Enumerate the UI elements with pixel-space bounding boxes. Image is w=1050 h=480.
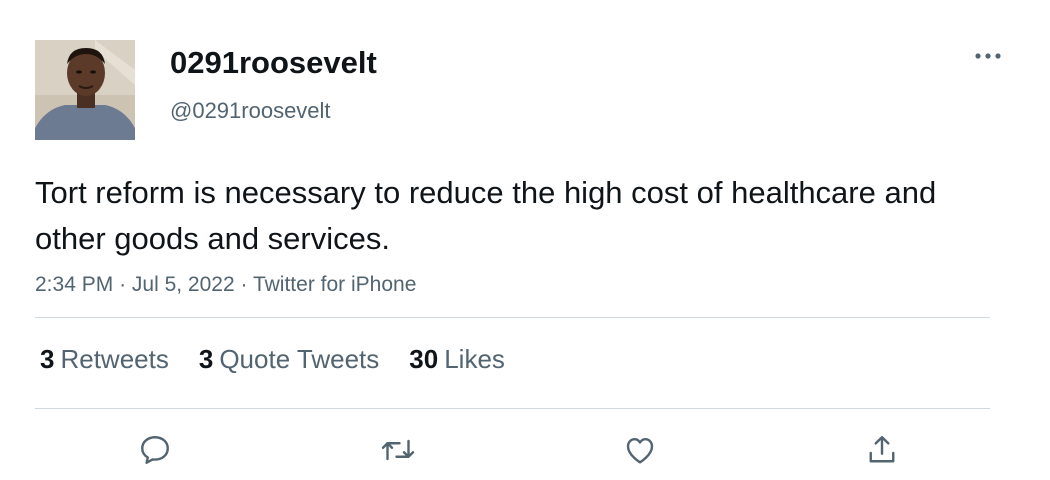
likes-count: 30 <box>409 344 439 374</box>
quote-tweets-count: 3 <box>198 344 214 374</box>
retweets-stat[interactable]: 3 Retweets <box>40 340 169 378</box>
quote-tweets-stat[interactable]: 3 Quote Tweets <box>199 340 379 378</box>
more-dots-icon <box>975 53 1001 59</box>
tweet-date[interactable]: Jul 5, 2022 <box>132 273 235 296</box>
quote-tweets-label: Quote Tweets <box>219 344 380 374</box>
tweet-source[interactable]: Twitter for iPhone <box>253 273 416 296</box>
retweet-arrows-icon <box>381 439 415 461</box>
profile-photo <box>35 40 135 140</box>
author-display-name[interactable]: 0291roosevelt <box>170 43 377 83</box>
more-button[interactable] <box>968 42 1008 70</box>
tweet-meta: 2:34 PM · Jul 5, 2022 · Twitter for iPho… <box>35 270 416 300</box>
heart-icon <box>626 438 654 464</box>
meta-separator: · <box>240 273 248 296</box>
divider-top <box>35 317 990 318</box>
speech-bubble-icon <box>141 436 169 464</box>
retweet-button[interactable] <box>378 430 418 470</box>
share-upload-icon <box>869 436 895 463</box>
like-button[interactable] <box>620 430 660 470</box>
likes-stat[interactable]: 30 Likes <box>409 340 505 378</box>
retweets-label: Retweets <box>60 344 169 374</box>
retweets-count: 3 <box>40 344 55 374</box>
tweet-stats: 3 Retweets 3 Quote Tweets 30 Likes <box>40 340 505 378</box>
avatar[interactable] <box>35 40 135 140</box>
tweet-text: Tort reform is necessary to reduce the h… <box>35 175 937 256</box>
author-handle[interactable]: @0291roosevelt <box>170 96 331 126</box>
tweet-time[interactable]: 2:34 PM <box>35 273 113 296</box>
divider-bottom <box>35 408 990 409</box>
likes-label: Likes <box>444 344 505 374</box>
reply-button[interactable] <box>135 430 175 470</box>
share-button[interactable] <box>862 430 902 470</box>
meta-separator: · <box>119 273 127 296</box>
